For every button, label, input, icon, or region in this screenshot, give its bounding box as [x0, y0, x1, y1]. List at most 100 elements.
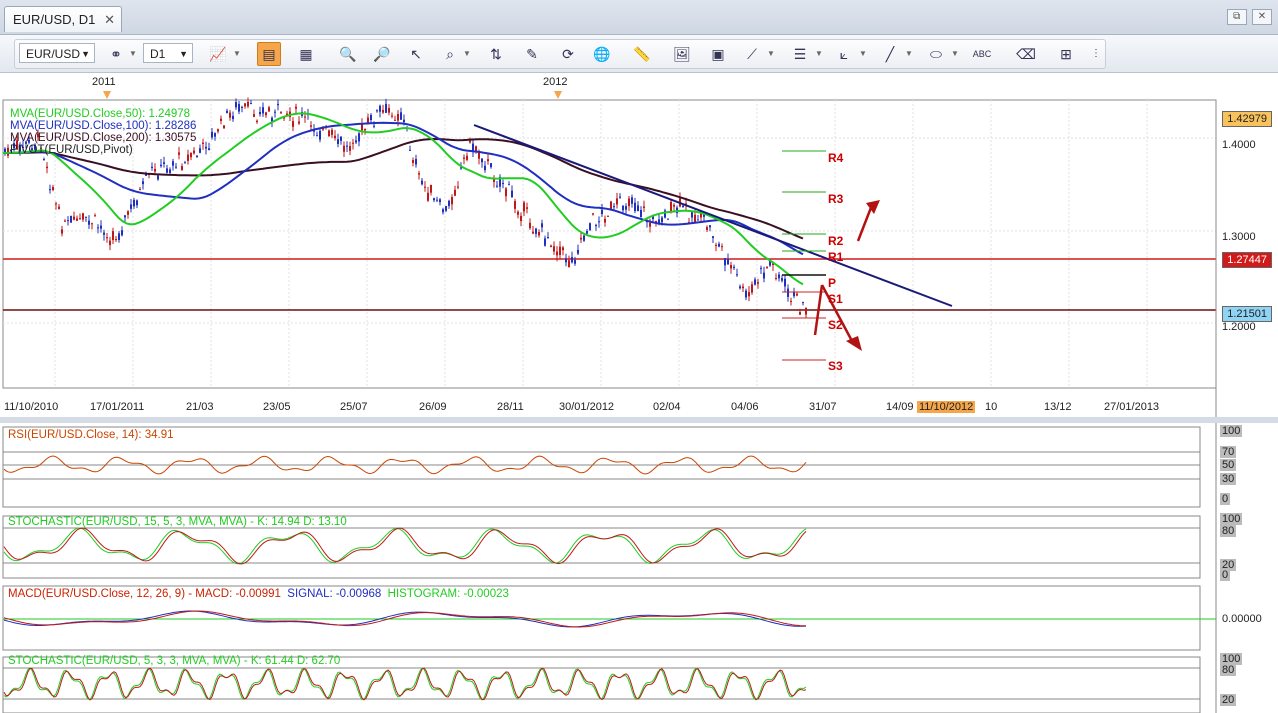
candle-body	[61, 229, 63, 234]
candle-body	[199, 148, 201, 153]
candle-body	[532, 231, 534, 234]
candle-body	[280, 112, 282, 114]
chevron-down-icon[interactable]: ▼	[815, 49, 823, 58]
candle-body	[514, 201, 516, 209]
chart-type-icon[interactable]: 📈	[207, 43, 229, 65]
stoch1-level: 0	[1220, 569, 1231, 581]
candle-body	[391, 115, 393, 117]
candle-body	[787, 288, 789, 297]
zoom-in-icon[interactable]: 🔍	[337, 43, 359, 65]
candle-body	[277, 103, 279, 106]
chart-tab[interactable]: EUR/USD, D1 ✕	[4, 6, 122, 32]
candle-body	[730, 264, 732, 269]
candle-body	[430, 184, 432, 193]
chevron-down-icon[interactable]: ▼	[951, 49, 959, 58]
candle-body	[412, 160, 414, 163]
chevron-down-icon[interactable]: ▼	[905, 49, 913, 58]
image-icon[interactable]: 🖼	[671, 43, 693, 65]
candle-body	[721, 246, 723, 248]
edit-icon[interactable]: ✎	[521, 43, 543, 65]
candle-body	[586, 231, 588, 234]
stoch1-level: 100	[1220, 513, 1243, 525]
x-axis-label: 13/12	[1044, 401, 1072, 413]
legend-mva200: MVA(EUR/USD.Close,200): 1.30575	[10, 132, 197, 144]
globe-icon[interactable]: 🌐	[591, 43, 613, 65]
chevron-down-icon[interactable]: ▼	[859, 49, 867, 58]
candle-body	[196, 155, 198, 158]
year-marker	[554, 91, 562, 99]
candle-body	[268, 107, 270, 112]
cursor-icon[interactable]: ↖	[405, 43, 427, 65]
panel-separator[interactable]	[0, 417, 1278, 423]
link-icon[interactable]: ⚭	[105, 43, 127, 65]
more-icon[interactable]: ⋮	[1085, 43, 1107, 65]
candle-body	[115, 238, 117, 240]
candle-body	[661, 217, 663, 223]
candle-body	[424, 186, 426, 188]
candle-body	[172, 161, 174, 166]
ruler-icon[interactable]: 📏	[631, 43, 653, 65]
fan-icon[interactable]: ⟀	[833, 43, 855, 65]
chart-area[interactable]: 2011 2012 MVA(EUR/USD.Close,50): 1.24978…	[0, 73, 1278, 713]
x-axis-label: 23/05	[263, 401, 291, 413]
close-window-icon[interactable]: ✕	[1252, 9, 1272, 25]
candle-body	[58, 206, 60, 209]
pivot-label-p: P	[828, 276, 837, 290]
candle-body	[46, 166, 48, 169]
candle-body	[331, 129, 333, 135]
candle-body	[433, 198, 435, 201]
x-axis-label: 11/10/2010	[4, 401, 59, 413]
horizontal-lines-icon[interactable]: ☰	[789, 43, 811, 65]
candle-body	[781, 278, 783, 281]
eraser-icon[interactable]: ⌫	[1015, 43, 1037, 65]
close-tab-icon[interactable]: ✕	[104, 7, 115, 33]
candle-body	[142, 181, 144, 185]
candle-body	[262, 107, 264, 114]
chevron-down-icon[interactable]: ▼	[463, 49, 471, 58]
candle-body	[673, 204, 675, 207]
candle-body	[229, 112, 231, 118]
chart-canvas[interactable]	[0, 73, 1278, 713]
candle-body	[247, 101, 249, 107]
candle-body	[571, 257, 573, 263]
candle-body	[355, 140, 357, 143]
draw-lines-icon[interactable]: ⟋	[741, 43, 763, 65]
candle-body	[577, 249, 579, 254]
text-tool-icon[interactable]: ABC	[971, 43, 993, 65]
candle-body	[202, 142, 204, 144]
refresh-icon[interactable]: ⟳	[557, 43, 579, 65]
candlestick-icon[interactable]: ▤	[257, 42, 281, 66]
legend-mva50: MVA(EUR/USD.Close,50): 1.24978	[10, 108, 191, 120]
candle-body	[649, 222, 651, 227]
indicator-icon[interactable]: ▦	[295, 43, 317, 65]
candle-body	[478, 152, 480, 159]
candle-body	[232, 115, 234, 120]
chevron-down-icon[interactable]: ▼	[129, 49, 137, 58]
x-axis-label: 26/09	[419, 401, 447, 413]
zoom-area-icon[interactable]: ⌕	[439, 43, 461, 65]
restore-window-icon[interactable]: ⧉	[1226, 9, 1247, 25]
stoch2-title: STOCHASTIC(EUR/USD, 5, 3, 3, MVA, MVA) -…	[8, 655, 341, 667]
candle-body	[136, 200, 138, 206]
cursor-date-label: 11/10/2012	[917, 401, 976, 413]
macd-title-hist: HISTOGRAM: -0.00023	[387, 588, 509, 600]
candle-body	[100, 225, 102, 229]
symbol-select[interactable]: EUR/USD ▼	[19, 43, 95, 63]
candle-body	[52, 187, 54, 190]
candle-body	[190, 153, 192, 158]
candle-body	[181, 166, 183, 171]
ellipse-icon[interactable]: ⬭	[925, 43, 947, 65]
timeframe-select[interactable]: D1 ▼	[143, 43, 193, 63]
x-axis-label: 30/01/2012	[559, 401, 615, 413]
zoom-out-icon[interactable]: 🔎	[371, 43, 393, 65]
chevron-down-icon[interactable]: ▼	[233, 49, 241, 58]
candle-body	[298, 121, 300, 124]
chart-tab-title: EUR/USD, D1	[13, 12, 96, 27]
hierarchy-icon[interactable]: ⊞	[1055, 43, 1077, 65]
candle-body	[439, 199, 441, 203]
macd-title: MACD(EUR/USD.Close, 12, 26, 9) - MACD: -…	[8, 588, 509, 600]
trendline-icon[interactable]: ╱	[879, 43, 901, 65]
fit-chart-icon[interactable]: ⇅	[485, 43, 507, 65]
chevron-down-icon[interactable]: ▼	[767, 49, 775, 58]
template-icon[interactable]: ▣	[707, 43, 729, 65]
